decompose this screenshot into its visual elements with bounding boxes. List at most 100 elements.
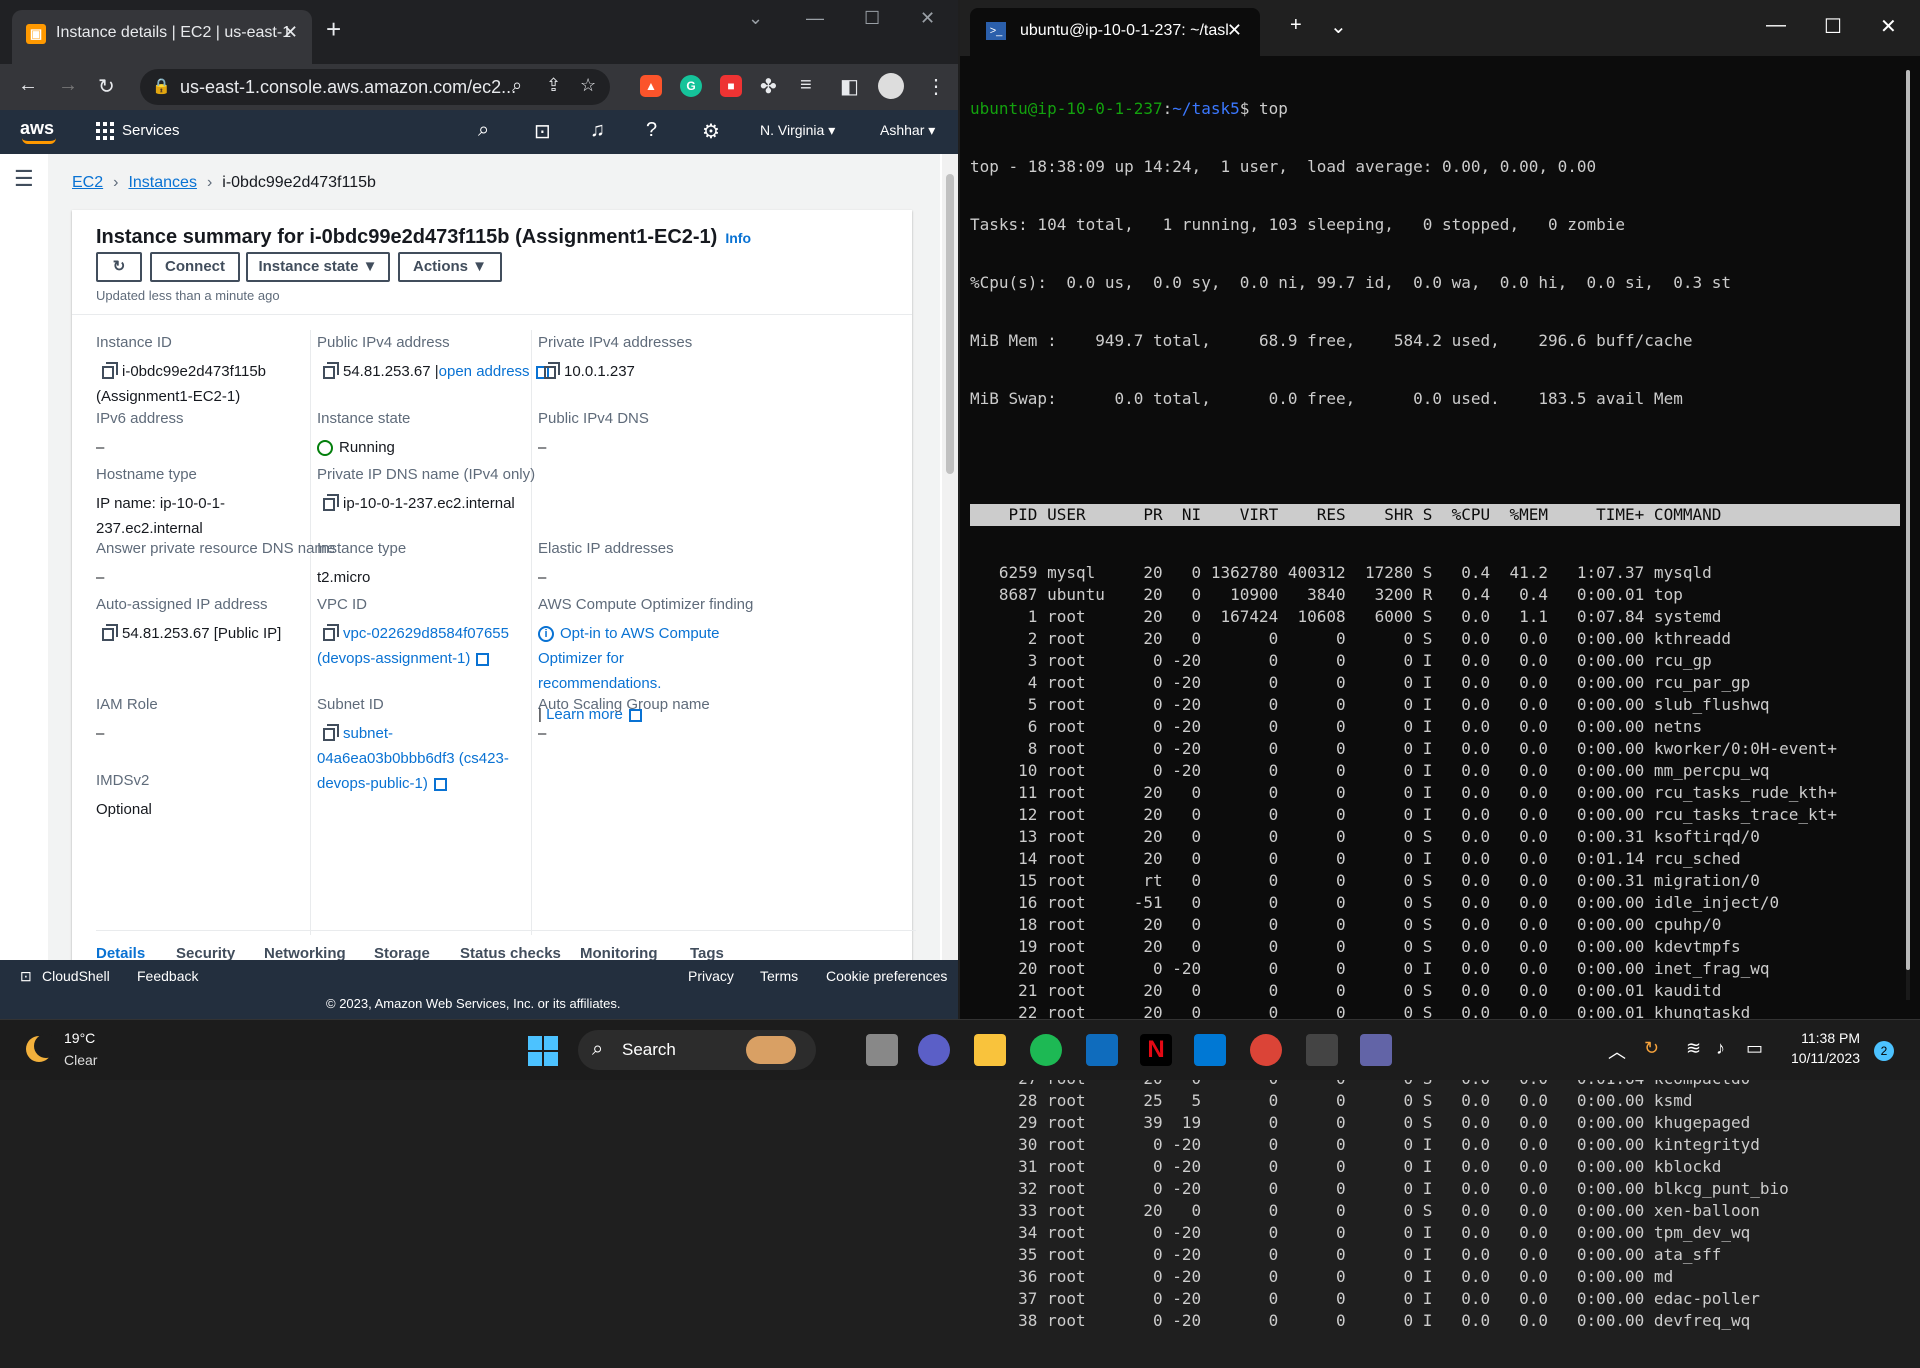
- dropdown-chevron-icon[interactable]: ⌄: [1330, 14, 1347, 39]
- copy-icon[interactable]: [323, 723, 339, 741]
- windows-start-icon[interactable]: [528, 1036, 558, 1066]
- browser-tab-ec2[interactable]: ▣ Instance details | EC2 | us-east-1 ✕: [12, 10, 312, 64]
- services-menu[interactable]: Services: [122, 122, 180, 139]
- instance-state-dropdown[interactable]: Instance state ▼: [246, 252, 390, 282]
- cookie-preferences-link[interactable]: Cookie preferences: [826, 968, 947, 984]
- extension-red-icon[interactable]: ■: [720, 75, 742, 97]
- address-bar[interactable]: 🔒 us-east-1.console.aws.amazon.com/ec2..…: [140, 69, 610, 105]
- teams-chat-icon[interactable]: [918, 1034, 950, 1066]
- terminal-icon[interactable]: [1306, 1034, 1338, 1066]
- back-arrow-icon[interactable]: ←: [18, 74, 38, 97]
- copy-icon[interactable]: [102, 623, 118, 641]
- weather-temp[interactable]: 19°C: [64, 1030, 95, 1046]
- hamburger-menu-icon[interactable]: ☰: [14, 166, 34, 192]
- bookmark-star-icon[interactable]: ☆: [580, 75, 596, 96]
- share-icon[interactable]: ⇪: [546, 75, 561, 96]
- refresh-button[interactable]: ↻: [96, 252, 142, 282]
- connect-button[interactable]: Connect: [150, 252, 240, 282]
- teams-icon[interactable]: [1360, 1034, 1392, 1066]
- tab-monitoring[interactable]: Monitoring: [580, 945, 657, 960]
- info-circle-icon: i: [538, 626, 554, 643]
- region-selector[interactable]: N. Virginia ▾: [760, 122, 835, 139]
- weather-condition[interactable]: Clear: [64, 1052, 97, 1068]
- scrollbar-thumb[interactable]: [1906, 70, 1910, 970]
- subnet-link[interactable]: subnet-04a6ea03b0bbb6df3 (cs423-devops-p…: [317, 725, 509, 792]
- optimizer-opt-in-link[interactable]: Opt-in to AWS Compute Optimizer for reco…: [538, 625, 720, 692]
- copy-icon[interactable]: [323, 623, 339, 641]
- new-tab-button[interactable]: +: [326, 14, 341, 45]
- settings-gear-icon[interactable]: ⚙: [702, 119, 720, 144]
- terminal-scrollbar[interactable]: [1906, 70, 1910, 1000]
- spotify-icon[interactable]: [1030, 1034, 1062, 1066]
- vscode-icon[interactable]: [1194, 1034, 1226, 1066]
- cloudshell-icon[interactable]: ⊡: [20, 968, 32, 985]
- zoom-icon[interactable]: ⌕: [512, 75, 522, 96]
- scrollbar-thumb[interactable]: [946, 174, 954, 474]
- url-text[interactable]: us-east-1.console.aws.amazon.com/ec2...: [180, 77, 516, 98]
- aws-logo[interactable]: aws: [20, 118, 54, 139]
- taskbar-search[interactable]: ⌕ Search: [578, 1030, 816, 1070]
- copy-icon[interactable]: [544, 361, 560, 379]
- moon-weather-icon[interactable]: [26, 1034, 58, 1062]
- terminal-tab[interactable]: >_ ubuntu@ip-10-0-1-237: ~/tasl ✕: [970, 8, 1260, 56]
- info-link[interactable]: Info: [725, 230, 751, 246]
- notification-badge[interactable]: 2: [1874, 1041, 1894, 1061]
- minimize-icon[interactable]: —: [806, 8, 824, 29]
- volume-icon[interactable]: ♪: [1716, 1038, 1725, 1059]
- tab-details[interactable]: Details: [96, 945, 145, 960]
- minimize-icon[interactable]: —: [1766, 14, 1786, 37]
- clock[interactable]: 11:38 PM 10/11/2023: [1770, 1030, 1860, 1066]
- tab-tags[interactable]: Tags: [690, 945, 724, 960]
- profile-avatar[interactable]: [878, 73, 904, 99]
- extensions-puzzle-icon[interactable]: ✤: [760, 74, 777, 99]
- new-tab-button[interactable]: +: [1290, 14, 1302, 37]
- chrome-icon[interactable]: [1250, 1034, 1282, 1066]
- actions-dropdown[interactable]: Actions ▼: [398, 252, 502, 282]
- media-control-icon[interactable]: ≡: [800, 74, 812, 97]
- chevron-up-icon[interactable]: ︿: [1608, 1038, 1626, 1064]
- services-grid-icon[interactable]: [96, 122, 114, 140]
- cloudshell-link[interactable]: CloudShell: [42, 968, 110, 984]
- page-scrollbar[interactable]: [942, 154, 958, 960]
- copy-icon[interactable]: [323, 493, 339, 511]
- wifi-icon[interactable]: ≋: [1686, 1038, 1701, 1059]
- breadcrumb-ec2[interactable]: EC2: [72, 174, 103, 191]
- tab-storage[interactable]: Storage: [374, 945, 430, 960]
- netflix-icon[interactable]: N: [1140, 1034, 1172, 1066]
- breadcrumb-instances[interactable]: Instances: [128, 174, 196, 191]
- notifications-bell-icon[interactable]: ♫: [590, 119, 605, 142]
- close-tab-icon[interactable]: ✕: [1227, 20, 1242, 41]
- privacy-link[interactable]: Privacy: [688, 968, 734, 984]
- field-label: VPC ID: [317, 596, 368, 613]
- battery-icon[interactable]: ▭: [1746, 1038, 1763, 1059]
- copy-icon[interactable]: [102, 361, 118, 379]
- cloudshell-icon[interactable]: ⊡: [534, 119, 551, 144]
- close-window-icon[interactable]: ✕: [1880, 14, 1897, 39]
- terminal-output[interactable]: ubuntu@ip-10-0-1-237:~/task5$ top top - …: [970, 62, 1900, 1368]
- tab-networking[interactable]: Networking: [264, 945, 346, 960]
- browser-menu-icon[interactable]: ⋮: [926, 74, 946, 99]
- close-tab-icon[interactable]: ✕: [283, 22, 298, 43]
- outlook-icon[interactable]: [1086, 1034, 1118, 1066]
- reload-icon[interactable]: ↻: [98, 74, 115, 99]
- tab-status-checks[interactable]: Status checks: [460, 945, 561, 960]
- tab-security[interactable]: Security: [176, 945, 235, 960]
- grammarly-icon[interactable]: G: [680, 75, 702, 97]
- sync-icon[interactable]: ↻: [1644, 1038, 1659, 1059]
- brave-icon[interactable]: ▲: [640, 75, 662, 97]
- file-explorer-icon[interactable]: [974, 1034, 1006, 1066]
- close-window-icon[interactable]: ✕: [920, 8, 935, 29]
- copy-icon[interactable]: [323, 361, 339, 379]
- open-address-link[interactable]: open address: [439, 363, 530, 380]
- search-icon[interactable]: ⌕: [478, 119, 489, 142]
- feedback-link[interactable]: Feedback: [137, 968, 198, 984]
- maximize-icon[interactable]: ☐: [864, 8, 880, 29]
- terms-link[interactable]: Terms: [760, 968, 798, 984]
- help-icon[interactable]: ?: [646, 119, 657, 142]
- tab-search-chevron-icon[interactable]: ⌄: [748, 8, 763, 29]
- task-view-icon[interactable]: [866, 1034, 898, 1066]
- side-panel-icon[interactable]: ◧: [840, 74, 859, 99]
- forward-arrow-icon[interactable]: →: [58, 74, 78, 97]
- account-menu[interactable]: Ashhar ▾: [880, 122, 935, 139]
- maximize-icon[interactable]: ☐: [1824, 14, 1842, 39]
